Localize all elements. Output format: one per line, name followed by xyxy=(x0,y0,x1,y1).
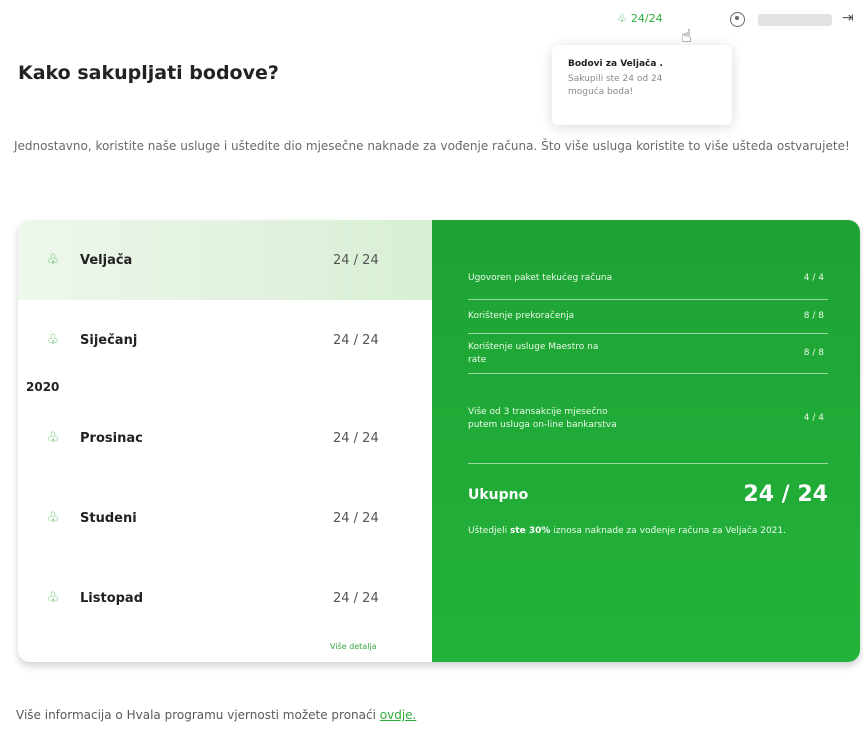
detail-label: Korištenje prekoračenja xyxy=(468,311,575,321)
footer-label: Više informacija o Hvala programu vjerno… xyxy=(16,708,380,722)
month-row[interactable]: ♧ Listopad 24 / 24 xyxy=(18,558,432,638)
leaf-pot-icon: ♧ xyxy=(46,590,60,606)
points-tooltip: Bodovi za Veljača . Sakupili ste 24 od 2… xyxy=(552,45,732,125)
month-label: Studeni xyxy=(80,510,137,526)
savings-text: Uštedjeli ste 30% iznosa naknade za vođe… xyxy=(468,524,828,539)
total-label: Ukupno xyxy=(468,486,529,503)
detail-item: Ugovoren paket tekućeg računa 4 / 4 xyxy=(468,258,828,300)
month-score: 24 / 24 xyxy=(333,332,379,348)
month-score: 24 / 24 xyxy=(333,430,379,446)
points-badge[interactable]: ♧ 24/24 ☝ xyxy=(617,12,692,47)
leaf-pot-icon: ♧ xyxy=(617,12,627,25)
year-label: 2020 xyxy=(26,380,60,394)
points-card: ♧ Veljača 24 / 24 ♧ Siječanj 24 / 24 202… xyxy=(18,220,860,662)
savings-bold: ste 30% xyxy=(509,526,551,536)
month-label: Listopad xyxy=(80,590,144,606)
logout-icon[interactable]: ⇥ xyxy=(842,10,854,26)
month-score: 24 / 24 xyxy=(333,590,379,606)
hand-cursor-icon: ☝ xyxy=(681,26,692,47)
month-list: ♧ Veljača 24 / 24 ♧ Siječanj 24 / 24 202… xyxy=(18,220,432,662)
month-score: 24 / 24 xyxy=(333,510,379,526)
detail-item: Korištenje usluge Maestro na rate 8 / 8 xyxy=(468,334,828,374)
footer-link[interactable]: ovdje. xyxy=(380,708,417,722)
month-label: Prosinac xyxy=(80,430,143,446)
savings-suffix: iznosa naknade za vođenje računa za Velj… xyxy=(550,526,786,536)
detail-score: 4 / 4 xyxy=(803,273,824,283)
user-name[interactable] xyxy=(758,14,832,26)
detail-score: 8 / 8 xyxy=(803,311,824,321)
total-row: Ukupno 24 / 24 xyxy=(468,482,828,507)
month-row[interactable]: ♧ Studeni 24 / 24 xyxy=(18,478,432,558)
detail-label: Više od 3 transakcije mjesečno putem usl… xyxy=(468,406,617,430)
total-score: 24 / 24 xyxy=(743,482,828,507)
month-row[interactable]: ♧ Veljača 24 / 24 xyxy=(18,220,432,300)
month-label: Siječanj xyxy=(80,332,138,348)
leaf-pot-icon: ♧ xyxy=(46,332,60,348)
leaf-pot-icon: ♧ xyxy=(46,430,60,446)
detail-label: Korištenje usluge Maestro na rate xyxy=(468,341,599,365)
page-title: Kako sakupljati bodove? xyxy=(18,62,279,84)
intro-text: Jednostavno, koristite naše usluge i ušt… xyxy=(14,139,850,153)
details-link[interactable]: Više detalja xyxy=(330,642,377,651)
savings-prefix: Uštedjeli xyxy=(468,526,510,536)
detail-score: 4 / 4 xyxy=(803,413,824,423)
detail-panel: Ugovoren paket tekućeg računa 4 / 4 Kori… xyxy=(432,220,860,662)
tooltip-body: Sakupili ste 24 od 24 moguća boda! xyxy=(568,74,663,97)
tooltip-title: Bodovi za Veljača . xyxy=(568,59,663,69)
month-row[interactable]: ♧ Prosinac 24 / 24 xyxy=(18,398,432,478)
leaf-pot-icon: ♧ xyxy=(46,510,60,526)
user-icon[interactable] xyxy=(730,12,745,27)
month-row[interactable]: ♧ Siječanj 24 / 24 xyxy=(18,300,432,380)
detail-item: Korištenje prekoračenja 8 / 8 xyxy=(468,300,828,334)
month-score: 24 / 24 xyxy=(333,252,379,268)
footer-text: Više informacija o Hvala programu vjerno… xyxy=(16,708,416,722)
detail-label: Ugovoren paket tekućeg računa xyxy=(468,273,613,283)
detail-item: Više od 3 transakcije mjesečno putem usl… xyxy=(468,374,828,464)
points-badge-label: 24/24 xyxy=(630,12,663,25)
leaf-pot-icon: ♧ xyxy=(46,252,60,268)
detail-score: 8 / 8 xyxy=(803,348,824,358)
month-label: Veljača xyxy=(80,252,133,268)
